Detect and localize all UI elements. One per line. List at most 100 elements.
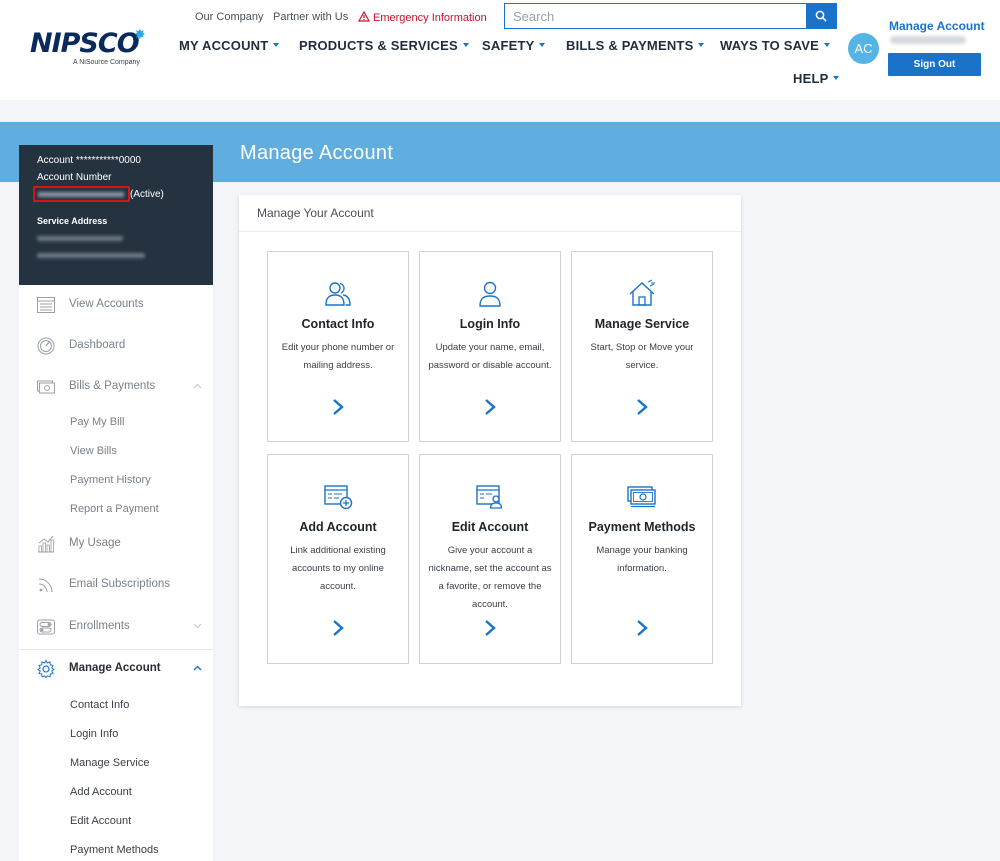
redacted-account-number (33, 186, 130, 202)
nipsco-logo[interactable]: NIPSCO ✸ A NiSource Company (30, 26, 155, 73)
chevron-right-icon (333, 620, 344, 636)
site-header: NIPSCO ✸ A NiSource Company Our Company … (0, 0, 1000, 100)
search-button[interactable] (806, 4, 836, 28)
chart-icon (38, 535, 54, 553)
house-icon (629, 279, 655, 306)
sidebar-subitem-payment-methods[interactable]: Payment Methods (70, 844, 159, 856)
sidebar-item-my-usage[interactable]: My Usage (19, 524, 213, 564)
sidebar-subitem-report-payment[interactable]: Report a Payment (70, 503, 159, 515)
people-icon (325, 282, 351, 306)
sidebar-subitem-contact-info[interactable]: Contact Info (70, 699, 129, 711)
nav-help[interactable]: HELP (793, 71, 840, 86)
tile-title: Edit Account (451, 520, 529, 534)
redacted-user-name (890, 36, 966, 44)
sidebar-subitem-edit-account[interactable]: Edit Account (70, 815, 131, 827)
caret-down-icon (273, 43, 280, 47)
tile-edit-account[interactable]: Edit Account Give your account a nicknam… (419, 454, 561, 664)
logo-star-icon: ✸ (134, 26, 146, 42)
sidebar-item-manage-account[interactable]: Manage Account (19, 649, 213, 689)
sidebar-item-dashboard[interactable]: Dashboard (19, 326, 213, 366)
manage-account-panel: Manage Your Account Contact Info Edit yo… (239, 195, 741, 706)
bill-icon (37, 380, 55, 394)
sidebar-subitem-add-account[interactable]: Add Account (70, 786, 132, 798)
chevron-right-icon (485, 399, 496, 415)
tile-description: Link additional existing accounts to my … (290, 545, 386, 592)
tile-manage-service[interactable]: Manage Service Start, Stop or Move your … (571, 251, 713, 442)
edit-account-icon (476, 485, 503, 509)
sidebar-subitem-login-info[interactable]: Login Info (70, 728, 118, 740)
panel-divider (239, 231, 741, 232)
account-number-label: Account Number (37, 172, 112, 183)
sidebar-item-label: Enrollments (69, 620, 130, 632)
search-input[interactable] (505, 4, 807, 28)
tile-title: Contact Info (301, 317, 375, 331)
caret-down-icon (833, 76, 840, 80)
chevron-right-icon (333, 399, 344, 415)
chevron-right-icon (485, 620, 496, 636)
sign-out-button[interactable]: Sign Out (888, 53, 981, 76)
tile-add-account[interactable]: Add Account Link additional existing acc… (267, 454, 409, 664)
warning-icon (358, 11, 370, 22)
redacted-address-line (37, 236, 123, 241)
redacted-address-line (37, 253, 145, 258)
account-status: (Active) (130, 189, 164, 200)
list-icon (37, 297, 55, 313)
nav-label: PRODUCTS & SERVICES (299, 38, 458, 53)
chevron-up-icon (193, 665, 202, 671)
account-summary: Account ***********0000 Account Number (… (19, 145, 213, 285)
logo-text: NIPSCO (30, 28, 140, 59)
caret-down-icon (698, 43, 705, 47)
sidebar-item-bills-payments[interactable]: Bills & Payments (19, 367, 213, 407)
nav-products-services[interactable]: PRODUCTS & SERVICES (299, 38, 469, 53)
nav-label: SAFETY (482, 38, 535, 53)
account-number-masked: Account ***********0000 (37, 155, 141, 166)
sidebar-item-label: My Usage (69, 537, 121, 549)
tile-contact-info[interactable]: Contact Info Edit your phone number or m… (267, 251, 409, 442)
page-title: Manage Account (240, 142, 394, 164)
avatar[interactable]: AC (848, 33, 879, 64)
tile-title: Payment Methods (588, 520, 696, 534)
our-company-link[interactable]: Our Company (195, 11, 263, 23)
sidebar-item-enrollments[interactable]: Enrollments (19, 607, 213, 647)
sidebar-subitem-payment-history[interactable]: Payment History (70, 474, 151, 486)
tile-login-info[interactable]: Login Info Update your name, email, pass… (419, 251, 561, 442)
toggle-icon (37, 619, 55, 635)
sidebar-subitem-view-bills[interactable]: View Bills (70, 445, 117, 457)
tile-description: Start, Stop or Move your service. (590, 342, 694, 371)
nav-label: HELP (793, 71, 829, 86)
chevron-down-icon (193, 623, 202, 629)
add-account-icon (324, 485, 353, 510)
manage-account-link[interactable]: Manage Account (889, 19, 985, 33)
service-address-label: Service Address (37, 216, 108, 226)
sidebar-item-email-subscriptions[interactable]: Email Subscriptions (19, 565, 213, 605)
tile-description: Give your account a nickname, set the ac… (428, 545, 552, 610)
sidebar-subitem-pay-my-bill[interactable]: Pay My Bill (70, 416, 124, 428)
sidebar-subitem-manage-service[interactable]: Manage Service (70, 757, 150, 769)
tile-title: Manage Service (594, 317, 690, 331)
sidebar: View Accounts Dashboard Bills & Payments… (19, 285, 213, 861)
nav-bills-payments[interactable]: BILLS & PAYMENTS (566, 38, 705, 53)
sidebar-item-label: Dashboard (69, 339, 126, 351)
sidebar-item-view-accounts[interactable]: View Accounts (19, 285, 213, 325)
chevron-right-icon (637, 620, 648, 636)
tile-payment-methods[interactable]: Payment Methods Manage your banking info… (571, 454, 713, 664)
partner-link[interactable]: Partner with Us (273, 11, 348, 23)
nav-my-account[interactable]: MY ACCOUNT (179, 38, 280, 53)
sidebar-item-label: Bills & Payments (69, 380, 156, 392)
caret-down-icon (462, 43, 469, 47)
search-box (504, 3, 837, 29)
chevron-up-icon (193, 383, 202, 389)
sidebar-item-label: Manage Account (69, 662, 161, 674)
sidebar-item-label: View Accounts (69, 298, 144, 310)
nav-label: BILLS & PAYMENTS (566, 38, 694, 53)
search-icon (815, 10, 827, 22)
nav-ways-to-save[interactable]: WAYS TO SAVE (720, 38, 830, 53)
chevron-right-icon (637, 399, 648, 415)
emergency-link[interactable]: Emergency Information (358, 11, 487, 24)
panel-title: Manage Your Account (257, 206, 374, 220)
nav-safety[interactable]: SAFETY (482, 38, 546, 53)
tile-description: Manage your banking information. (596, 545, 688, 574)
emergency-label: Emergency Information (373, 12, 487, 24)
caret-down-icon (539, 43, 546, 47)
redacted-blur (38, 192, 124, 197)
